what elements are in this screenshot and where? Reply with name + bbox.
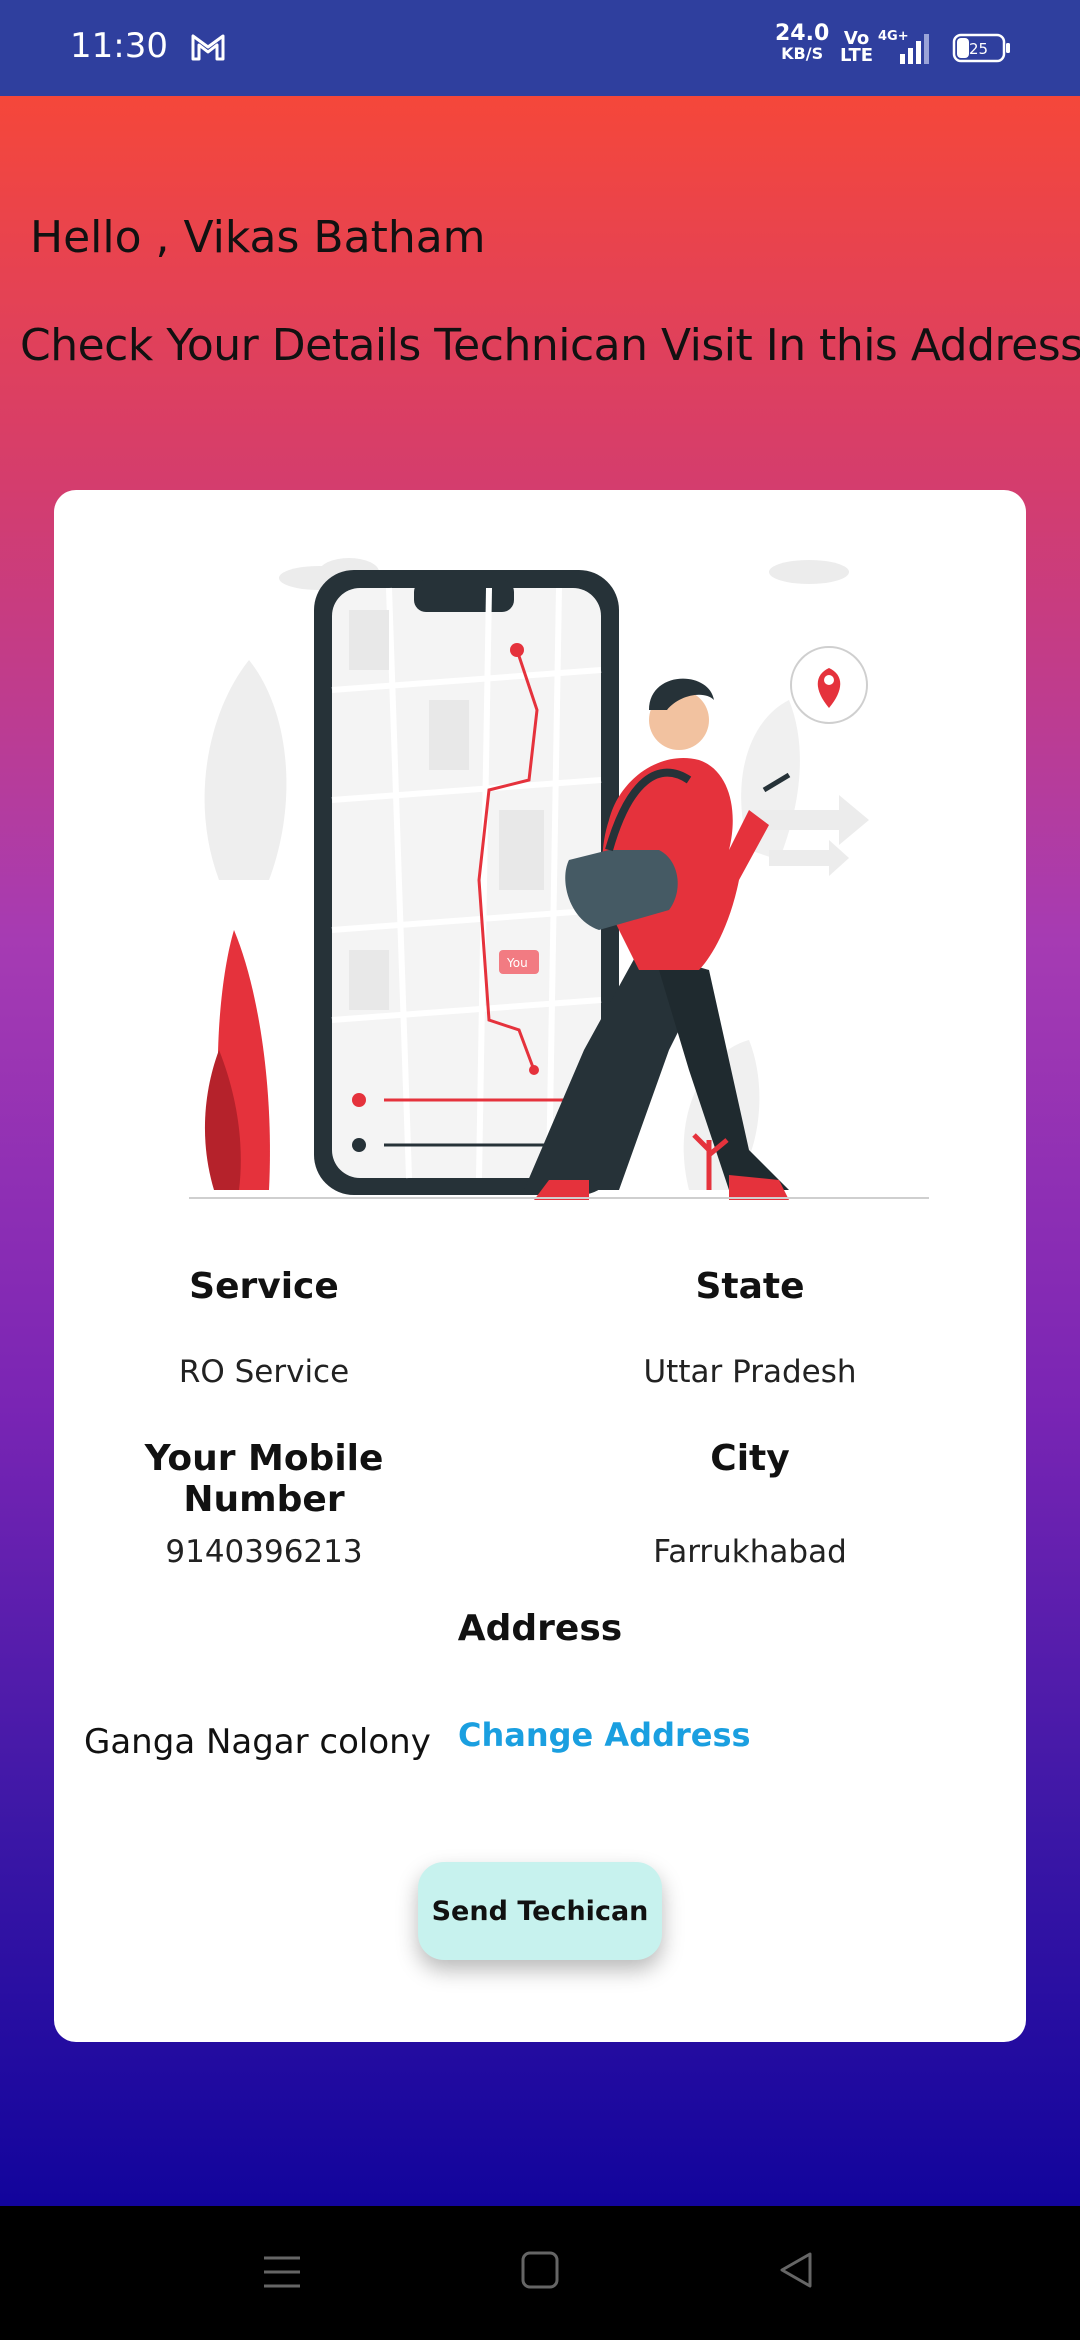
gmail-icon — [191, 34, 225, 61]
city-value: Farrukhabad — [653, 1534, 847, 1570]
svg-text:You: You — [506, 956, 528, 970]
status-bar: 11:30 24.0 KB/S Vo LTE 4G+ 25 — [0, 0, 1080, 96]
service-value: RO Service — [178, 1354, 350, 1390]
delivery-map-illustration: You — [189, 558, 929, 1200]
change-address-link[interactable]: Change Address — [458, 1716, 751, 1754]
signal-icon: 4G+ — [878, 29, 929, 64]
send-technician-button[interactable]: Send Techican — [418, 1862, 662, 1960]
page-subtitle: Check Your Details Technican Visit In th… — [20, 320, 1080, 371]
back-icon[interactable] — [776, 2250, 816, 2290]
status-time: 11:30 — [70, 26, 168, 66]
address-value: Ganga Nagar colony — [84, 1722, 431, 1762]
menu-icon[interactable] — [262, 2254, 302, 2290]
home-icon[interactable] — [520, 2250, 560, 2290]
state-value: Uttar Pradesh — [643, 1354, 857, 1390]
network-speed: 24.0 KB/S — [775, 21, 830, 64]
volte-indicator: Vo LTE — [840, 28, 874, 66]
svg-text:25: 25 — [969, 40, 988, 58]
city-label: City — [710, 1438, 790, 1479]
greeting-text: Hello , Vikas Batham — [30, 212, 486, 263]
address-label: Address — [457, 1608, 623, 1649]
system-nav-bar — [0, 2206, 1080, 2340]
details-card: You Service RO Service State Uttar Prade… — [54, 490, 1026, 2042]
svg-text:4G+: 4G+ — [878, 29, 909, 44]
service-label: Service — [189, 1266, 339, 1307]
state-label: State — [695, 1266, 805, 1307]
battery-icon: 25 — [952, 33, 1010, 63]
address-row: Ganga Nagar colony Change Address — [84, 1708, 1004, 1768]
mobile-label: Your Mobile Number — [144, 1438, 384, 1520]
mobile-value: 9140396213 — [165, 1534, 363, 1570]
